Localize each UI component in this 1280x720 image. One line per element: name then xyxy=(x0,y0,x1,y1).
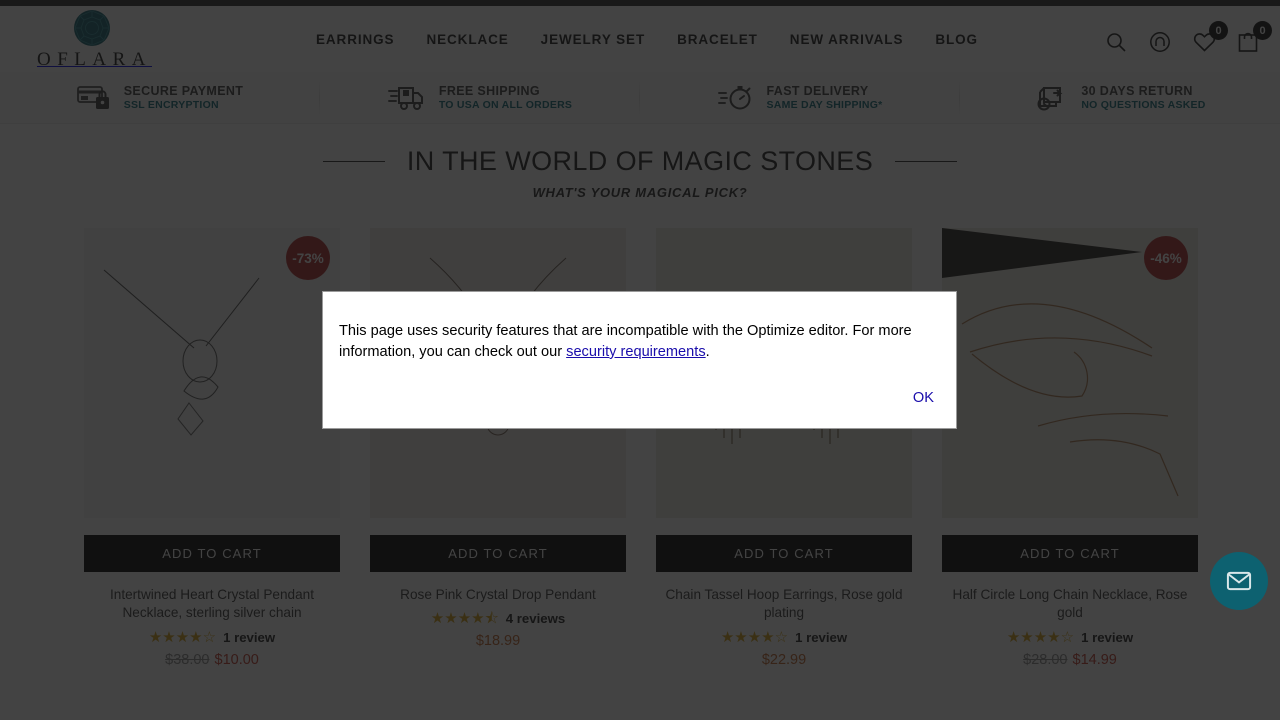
ok-button[interactable]: OK xyxy=(913,390,934,406)
security-alert-dialog: This page uses security features that ar… xyxy=(322,291,957,429)
security-requirements-link[interactable]: security requirements xyxy=(566,344,706,360)
chat-widget-button[interactable] xyxy=(1210,552,1268,610)
envelope-icon xyxy=(1226,571,1252,591)
alert-message: This page uses security features that ar… xyxy=(339,321,936,362)
alert-message-part2: . xyxy=(705,343,710,360)
